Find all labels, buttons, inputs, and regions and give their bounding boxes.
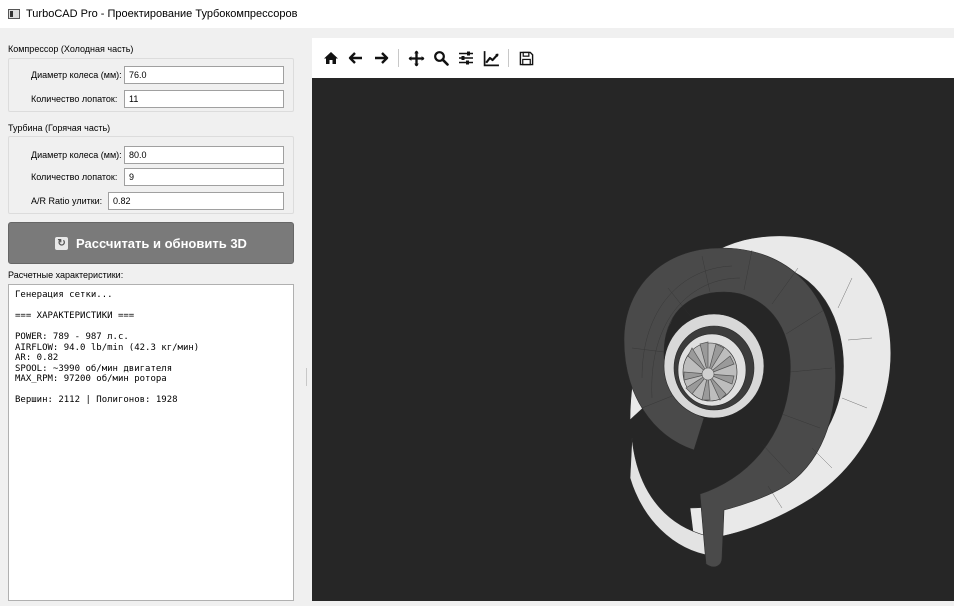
viewer-3d: [312, 28, 954, 601]
compressor-diameter-label: Диаметр колеса (мм):: [31, 70, 122, 80]
compressor-blade-count-input[interactable]: [124, 90, 284, 108]
refresh-icon: ↻: [55, 236, 69, 250]
turbine-diameter-input[interactable]: [124, 146, 284, 164]
app-icon: [8, 9, 20, 19]
toolbar-separator: [398, 49, 399, 67]
turbine-group-title: Турбина (Горячая часть): [8, 123, 111, 133]
turbine-blade-count-input[interactable]: [124, 168, 284, 186]
compressor-group-title: Компрессор (Холодная часть): [8, 44, 134, 54]
back-arrow-icon[interactable]: [345, 47, 367, 69]
turbine-blade-count-label: Количество лопаток:: [31, 172, 118, 182]
pan-icon[interactable]: [405, 47, 427, 69]
window-title: TurboCAD Pro - Проектирование Турбокомпр…: [26, 8, 298, 20]
splitter-grip: [306, 368, 307, 386]
parameters-panel: Компрессор (Холодная часть) Диаметр коле…: [0, 28, 302, 601]
plot-toolbar: [312, 38, 954, 78]
configure-subplots-icon[interactable]: [455, 47, 477, 69]
save-icon[interactable]: [515, 47, 537, 69]
home-icon[interactable]: [320, 47, 342, 69]
results-title: Расчетные характеристики:: [8, 270, 124, 280]
edit-axis-icon[interactable]: [480, 47, 502, 69]
compressor-diameter-input[interactable]: [124, 66, 284, 84]
toolbar-separator: [508, 49, 509, 67]
compressor-blade-count-label: Количество лопаток:: [31, 94, 118, 104]
render-canvas[interactable]: [312, 78, 954, 601]
turbocharger-3d-model: [623, 235, 892, 568]
results-output[interactable]: Генерация сетки... === ХАРАКТЕРИСТИКИ ==…: [8, 284, 294, 601]
turbine-ar-ratio-label: A/R Ratio улитки:: [31, 196, 103, 206]
forward-arrow-icon[interactable]: [370, 47, 392, 69]
zoom-icon[interactable]: [430, 47, 452, 69]
panel-splitter[interactable]: [302, 28, 312, 601]
turbine-diameter-label: Диаметр колеса (мм):: [31, 150, 122, 160]
turbine-ar-ratio-input[interactable]: [108, 192, 284, 210]
title-bar: TurboCAD Pro - Проектирование Турбокомпр…: [0, 0, 954, 28]
calculate-update-3d-button[interactable]: ↻ Рассчитать и обновить 3D: [8, 222, 294, 264]
calculate-button-label: Рассчитать и обновить 3D: [76, 235, 247, 251]
